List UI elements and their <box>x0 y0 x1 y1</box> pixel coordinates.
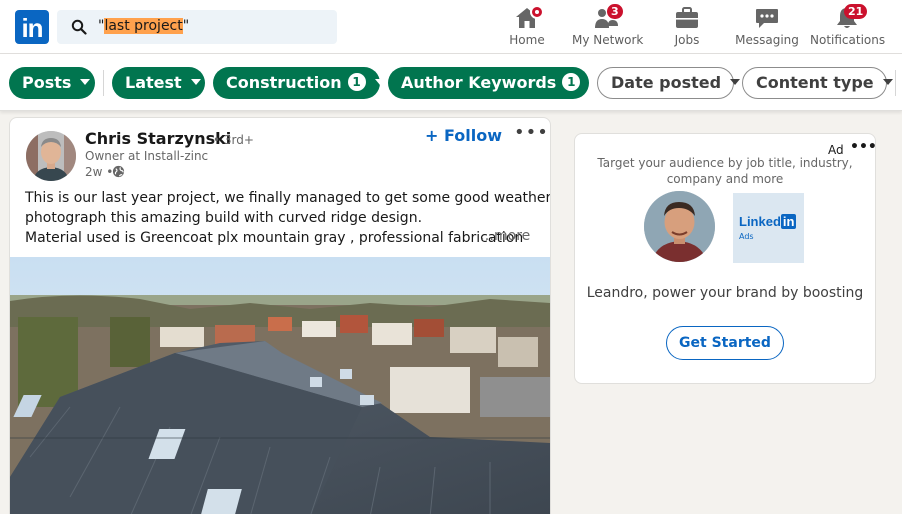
nav-my-network-label: My Network <box>572 33 644 47</box>
filter-divider <box>895 70 896 96</box>
chevron-down-icon <box>374 79 385 85</box>
filter-posts-label: Posts <box>22 73 72 92</box>
more-options-icon[interactable]: ••• <box>514 122 549 143</box>
briefcase-icon <box>676 7 698 28</box>
ad-user-avatar <box>644 191 715 262</box>
ad-card: Ad ••• Target your audience by job title… <box>574 133 877 384</box>
filter-content-type-label: Content type <box>756 73 874 92</box>
ad-tagline: Target your audience by job title, indus… <box>597 156 853 186</box>
chevron-down-icon <box>80 79 91 85</box>
network-badge: 3 <box>607 4 623 19</box>
nav-notifications-label: Notifications <box>810 33 886 47</box>
filter-latest[interactable]: Latest <box>112 67 205 99</box>
linkedin-logo[interactable]: in <box>15 10 49 44</box>
author-headline: Owner at Install-zinc <box>85 149 209 163</box>
post-image[interactable] <box>10 257 550 514</box>
search-highlight: last project <box>104 18 183 34</box>
post-text-line: This is our last year project, we finall… <box>25 190 551 206</box>
search-filter-bar: Posts Latest Construction 1 Author Keywor… <box>0 54 902 111</box>
nav-home[interactable]: Home <box>507 4 547 52</box>
filter-divider <box>103 70 104 96</box>
author-avatar[interactable] <box>26 131 76 181</box>
chevron-down-icon <box>730 79 741 85</box>
filter-date-posted[interactable]: Date posted <box>597 67 741 99</box>
filter-date-posted-label: Date posted <box>611 73 722 92</box>
nav-home-label: Home <box>509 33 545 47</box>
chevron-down-icon <box>190 79 201 85</box>
home-badge-dot <box>530 5 544 19</box>
filter-author-keywords[interactable]: Author Keywords 1 <box>388 67 600 99</box>
ad-options-icon[interactable]: ••• <box>850 139 877 155</box>
linkedin-ads-logo: Linked in Ads <box>733 193 804 263</box>
filter-count-badge: 1 <box>562 73 581 91</box>
post-text-line: Material used is Greencoat plx mountain … <box>25 230 524 246</box>
filter-posts[interactable]: Posts <box>9 67 95 99</box>
nav-messaging-label: Messaging <box>735 33 799 47</box>
post-body: This is our last year project, we finall… <box>25 188 551 248</box>
ad-headline: Leandro, power your brand by boosting <box>586 285 864 301</box>
nav-jobs[interactable]: Jobs <box>667 4 707 52</box>
filter-author-keywords-label: Author Keywords <box>401 73 557 92</box>
see-more-link[interactable]: …more <box>480 228 530 244</box>
filter-construction[interactable]: Construction 1 <box>213 67 385 99</box>
search-icon <box>71 19 87 35</box>
nav-my-network[interactable]: 3 My Network <box>572 4 644 52</box>
filter-construction-label: Construction <box>226 73 342 92</box>
get-started-button[interactable]: Get Started <box>666 326 784 360</box>
feed-post: Chris Starzynski • 3rd+ Owner at Install… <box>9 117 551 514</box>
search-input[interactable]: "last project" <box>57 10 337 44</box>
nav-messaging[interactable]: Messaging <box>735 4 799 52</box>
filter-content-type[interactable]: Content type <box>742 67 893 99</box>
filter-latest-label: Latest <box>125 73 182 92</box>
message-icon <box>756 9 778 28</box>
globe-icon <box>112 165 125 178</box>
search-query: "last project" <box>98 18 190 34</box>
nav-jobs-label: Jobs <box>674 33 700 47</box>
top-nav: in "last project" Home 3 My Network Jobs… <box>0 0 902 54</box>
connection-degree: • 3rd+ <box>213 133 254 147</box>
chevron-down-icon <box>882 79 893 85</box>
post-timestamp: 2w • <box>85 165 114 179</box>
author-name[interactable]: Chris Starzynski <box>85 129 231 148</box>
post-text-line: photograph this amazing build with curve… <box>25 210 423 226</box>
follow-button[interactable]: + Follow <box>425 126 502 145</box>
notifications-badge: 21 <box>844 4 868 19</box>
nav-notifications[interactable]: 21 Notifications <box>810 4 886 52</box>
filter-count-badge: 1 <box>347 73 366 91</box>
